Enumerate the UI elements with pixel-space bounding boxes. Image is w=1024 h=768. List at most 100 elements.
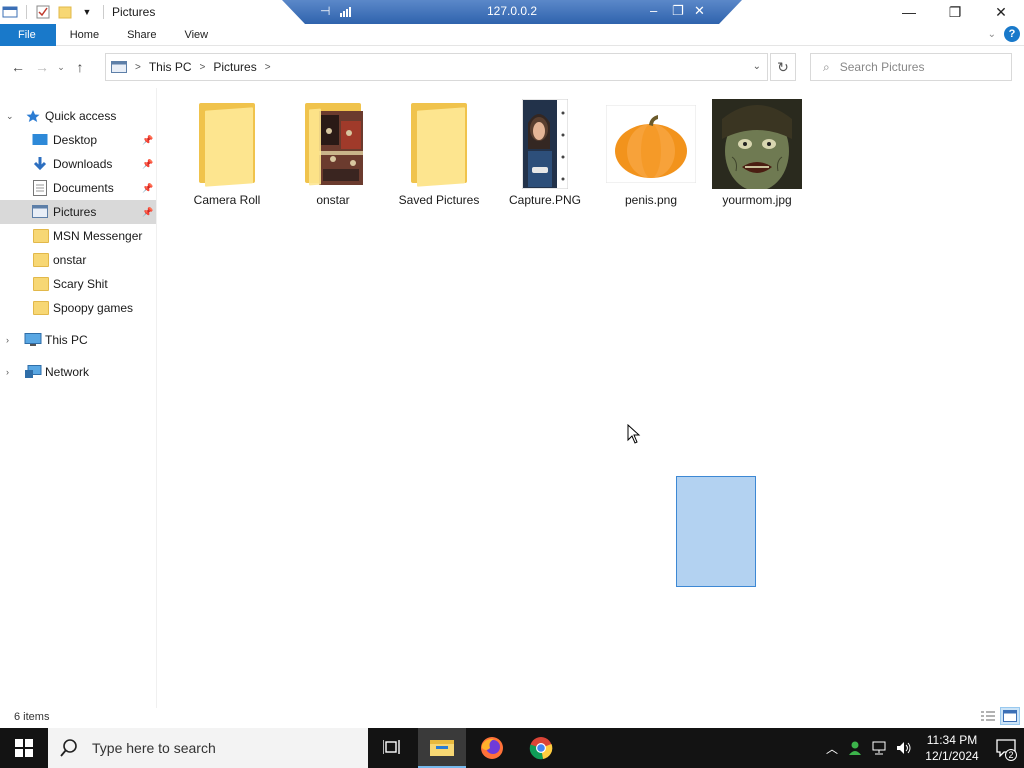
up-arrow-icon[interactable]: ↑: [68, 55, 92, 79]
rdp-close-icon[interactable]: ✕: [694, 3, 705, 19]
action-center-button[interactable]: 2: [988, 728, 1024, 768]
minimize-icon[interactable]: —: [886, 0, 932, 24]
file-item-camera-roll[interactable]: Camera Roll: [174, 88, 280, 208]
new-folder-icon[interactable]: [57, 5, 73, 19]
sidebar-item-documents[interactable]: Documents 📌: [0, 176, 156, 200]
sidebar-item-pictures[interactable]: Pictures 📌: [0, 200, 156, 224]
file-item-yourmom-jpg[interactable]: yourmom.jpg: [704, 88, 810, 208]
address-bar[interactable]: > This PC > Pictures > ⌄: [105, 53, 768, 81]
network-icon: [24, 365, 42, 379]
tab-view[interactable]: View: [170, 24, 222, 46]
address-dropdown-chevron-icon[interactable]: ⌄: [753, 61, 761, 72]
desktop-icon: [32, 133, 48, 147]
quick-access-toolbar: ▼: [0, 0, 106, 24]
notification-count-badge: 2: [1005, 749, 1017, 761]
file-item-capture-png[interactable]: Capture.PNG: [492, 88, 598, 208]
sidebar-item-network[interactable]: › Network: [0, 360, 156, 384]
pin-icon: 📌: [142, 158, 154, 169]
file-item-saved-pictures[interactable]: Saved Pictures: [386, 88, 492, 208]
start-button[interactable]: [0, 728, 48, 768]
tab-share[interactable]: Share: [113, 24, 170, 46]
forward-arrow-icon[interactable]: →: [30, 55, 54, 79]
folder-icon: [33, 301, 49, 315]
network-status-icon[interactable]: [868, 728, 892, 768]
close-icon[interactable]: ✕: [978, 0, 1024, 24]
folder-icon: [33, 229, 49, 243]
window-title: Pictures: [112, 5, 156, 19]
sidebar-item-label: Documents: [53, 181, 114, 195]
sidebar-item-spoopy-games[interactable]: Spoopy games: [0, 296, 156, 320]
sidebar-item-scary-shit[interactable]: Scary Shit: [0, 272, 156, 296]
toolbar-separator: [26, 5, 27, 19]
ribbon-tabs: File Home Share View ⌄ ?: [0, 23, 1024, 46]
title-bar: ▼ Pictures ⊣ 127.0.0.2 – ❐ ✕ — ❐ ✕: [0, 0, 1024, 24]
sidebar-item-label: MSN Messenger: [53, 229, 143, 243]
sidebar-item-downloads[interactable]: Downloads 📌: [0, 152, 156, 176]
sidebar-item-label: Pictures: [53, 205, 97, 219]
help-icon[interactable]: ?: [1004, 26, 1020, 42]
search-input[interactable]: ⌕ Search Pictures: [810, 53, 1012, 81]
sidebar-item-desktop[interactable]: Desktop 📌: [0, 128, 156, 152]
firefox-icon: [481, 737, 503, 759]
back-arrow-icon[interactable]: ←: [6, 55, 30, 79]
expand-chevron-icon[interactable]: ›: [6, 335, 9, 345]
pin-icon: 📌: [142, 182, 154, 193]
sidebar-item-msn-messenger[interactable]: MSN Messenger: [0, 224, 156, 248]
status-bar: 6 items: [0, 706, 1024, 728]
recent-locations-chevron-icon[interactable]: ⌄: [54, 55, 68, 79]
taskbar-firefox[interactable]: [468, 728, 516, 768]
task-view-button[interactable]: [368, 728, 416, 768]
file-name: Saved Pictures: [398, 193, 480, 207]
breadcrumb-separator-icon[interactable]: >: [265, 62, 271, 73]
sidebar-item-label: Spoopy games: [53, 301, 134, 315]
file-item-penis-png[interactable]: penis.png: [598, 88, 704, 208]
folder-icon: [33, 253, 49, 267]
folder-icon: [174, 98, 280, 190]
sidebar-item-this-pc[interactable]: › This PC: [0, 328, 156, 352]
search-placeholder: Search Pictures: [839, 60, 925, 74]
explorer-window-icon[interactable]: [2, 5, 18, 19]
navigation-bar: ← → ⌄ ↑ > This PC > Pictures > ⌄ ↻ ⌕ Sea…: [0, 46, 1024, 88]
tab-home[interactable]: Home: [56, 24, 113, 46]
user-sync-icon[interactable]: [844, 728, 868, 768]
large-icons-view-icon[interactable]: [1000, 707, 1020, 725]
tab-file[interactable]: File: [0, 23, 56, 46]
refresh-icon[interactable]: ↻: [770, 53, 796, 81]
breadcrumb-this-pc[interactable]: This PC: [149, 60, 192, 74]
folder-icon: [33, 277, 49, 291]
navigation-pane: ⌄ Quick access Desktop 📌 Downloads 📌 Doc…: [0, 88, 157, 708]
sidebar-item-quick-access[interactable]: ⌄ Quick access: [0, 104, 156, 128]
show-hidden-icons-chevron-icon[interactable]: ︿: [820, 728, 844, 768]
sidebar-item-label: Network: [45, 365, 90, 379]
mouse-cursor-icon: [627, 424, 641, 444]
collapse-chevron-icon[interactable]: ⌄: [6, 111, 14, 122]
taskbar-search-box[interactable]: Type here to search: [48, 728, 368, 768]
sidebar-item-label: Downloads: [53, 157, 113, 171]
taskbar-chrome[interactable]: [517, 728, 565, 768]
remote-desktop-connection-bar: ⊣ 127.0.0.2 – ❐ ✕: [282, 0, 742, 24]
breadcrumb-pictures[interactable]: Pictures: [213, 60, 256, 74]
file-name: yourmom.jpg: [722, 193, 792, 207]
chrome-icon: [529, 737, 553, 760]
file-item-onstar[interactable]: onstar: [280, 88, 386, 208]
drag-selection-rectangle: [676, 476, 756, 587]
search-icon: ⌕: [823, 59, 830, 74]
rdp-minimize-icon[interactable]: –: [650, 3, 657, 18]
taskbar-file-explorer[interactable]: [418, 728, 466, 768]
breadcrumb-separator-icon[interactable]: >: [135, 62, 141, 73]
expand-chevron-icon[interactable]: ›: [6, 367, 9, 377]
volume-icon[interactable]: [892, 728, 916, 768]
clock-date: 12/1/2024: [925, 749, 979, 763]
sidebar-item-label: Quick access: [45, 109, 117, 123]
maximize-icon[interactable]: ❐: [932, 0, 978, 24]
expand-ribbon-chevron-icon[interactable]: ⌄: [988, 29, 996, 40]
sidebar-item-onstar[interactable]: onstar: [0, 248, 156, 272]
clock-time: 11:34 PM: [926, 733, 978, 747]
clock[interactable]: 11:34 PM 12/1/2024: [916, 732, 988, 764]
file-name: Camera Roll: [193, 193, 261, 207]
rdp-restore-icon[interactable]: ❐: [672, 3, 684, 19]
details-view-icon[interactable]: [978, 707, 998, 725]
properties-icon[interactable]: [35, 5, 51, 19]
breadcrumb-separator-icon[interactable]: >: [200, 62, 206, 73]
customize-toolbar-chevron-icon[interactable]: ▼: [79, 5, 95, 19]
